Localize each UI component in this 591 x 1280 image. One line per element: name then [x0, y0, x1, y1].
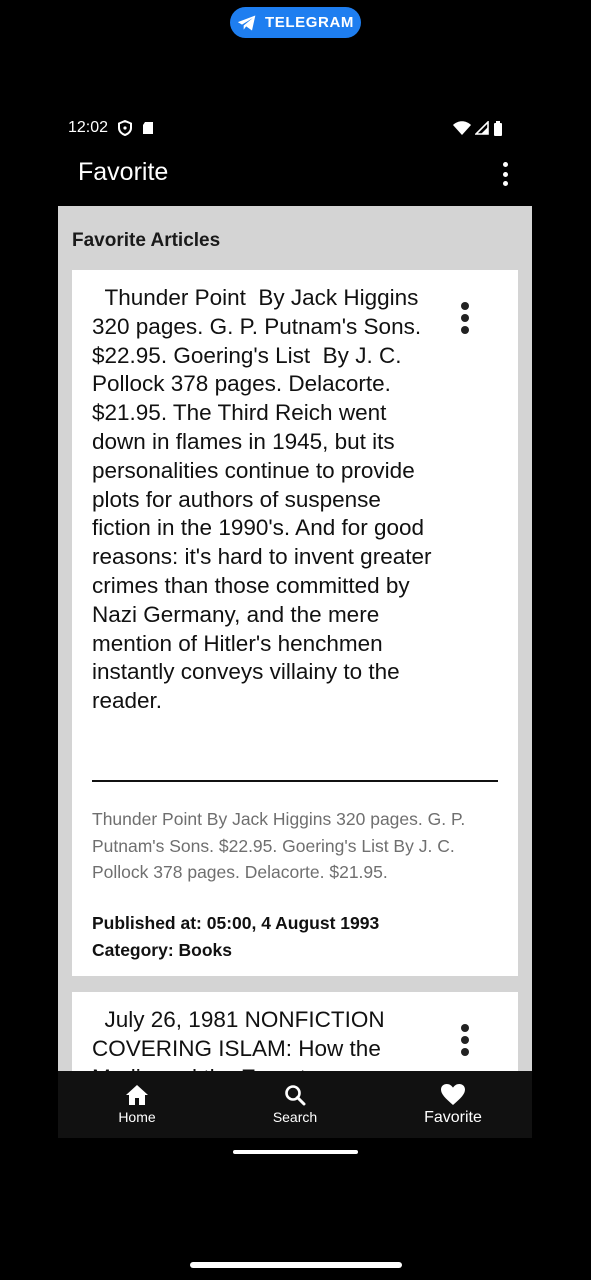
nav-label-home: Home	[118, 1109, 156, 1125]
article-menu-icon[interactable]	[460, 302, 470, 334]
search-icon	[285, 1085, 306, 1106]
article-meta: Published at: 05:00, 4 August 1993 Categ…	[92, 910, 379, 963]
article-title: July 26, 1981 NONFICTION COVERING ISLAM:…	[92, 1007, 385, 1071]
status-time: 12:02	[68, 119, 109, 136]
article-menu-icon[interactable]	[460, 1024, 470, 1056]
nav-label-search: Search	[272, 1109, 318, 1125]
app-bar: Favorite	[58, 150, 532, 200]
article-title: Thunder Point By Jack Higgins 320 pages.…	[92, 285, 438, 714]
wifi-icon	[453, 121, 471, 135]
home-icon	[126, 1085, 148, 1105]
cell-signal-icon	[475, 121, 489, 135]
home-indicator[interactable]	[190, 1262, 402, 1268]
overflow-menu-icon[interactable]	[498, 162, 512, 186]
nav-label-favorite: Favorite	[424, 1108, 482, 1126]
heart-icon	[441, 1083, 465, 1105]
divider	[92, 780, 498, 782]
favorites-list[interactable]: Favorite Articles Thunder Point By Jack …	[58, 206, 532, 1071]
telegram-icon	[237, 15, 256, 30]
nav-item-home[interactable]: Home	[58, 1071, 216, 1138]
status-bar: 12:02	[68, 116, 503, 140]
section-title: Favorite Articles	[72, 230, 221, 251]
nav-item-search[interactable]: Search	[216, 1071, 374, 1138]
battery-icon	[494, 120, 502, 136]
bottom-navigation: Home Search Favorite	[58, 1071, 532, 1138]
telegram-badge[interactable]: TELEGRAM	[230, 7, 361, 38]
article-summary: Thunder Point By Jack Higgins 320 pages.…	[92, 809, 466, 883]
article-category: Category: Books	[92, 939, 233, 960]
article-published: Published at: 05:00, 4 August 1993	[92, 913, 380, 933]
page-title: Favorite	[78, 158, 169, 186]
telegram-label: TELEGRAM	[265, 14, 354, 31]
shield-icon	[118, 120, 133, 136]
inner-home-indicator	[233, 1150, 358, 1154]
article-card[interactable]: Thunder Point By Jack Higgins 320 pages.…	[72, 270, 518, 976]
sd-card-icon	[143, 122, 154, 134]
nav-item-favorite[interactable]: Favorite	[374, 1071, 532, 1138]
article-card[interactable]: July 26, 1981 NONFICTION COVERING ISLAM:…	[72, 992, 518, 1071]
